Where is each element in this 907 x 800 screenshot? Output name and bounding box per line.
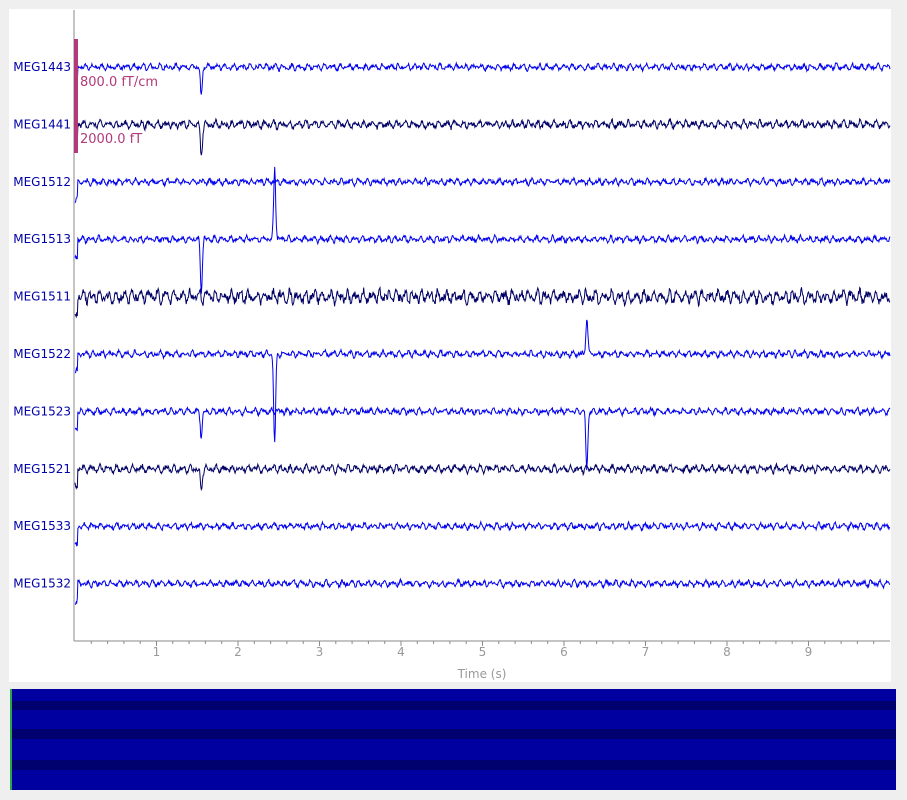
- channel-label-meg1511[interactable]: MEG1511: [13, 290, 71, 304]
- x-tick-label: 7: [642, 645, 650, 659]
- overview-band: [10, 729, 896, 739]
- x-axis-title: Time (s): [457, 667, 507, 681]
- channel-label-meg1532[interactable]: MEG1532: [13, 577, 71, 591]
- plot-area: [9, 9, 891, 682]
- overview-band: [10, 760, 896, 770]
- channel-label-meg1521[interactable]: MEG1521: [13, 462, 71, 476]
- scale-bar[interactable]: [74, 39, 78, 153]
- overview-view-marker[interactable]: [10, 689, 12, 790]
- x-tick-label: 3: [316, 645, 324, 659]
- x-tick-label: 8: [723, 645, 731, 659]
- channel-label-meg1523[interactable]: MEG1523: [13, 404, 71, 418]
- channel-label-meg1522[interactable]: MEG1522: [13, 347, 71, 361]
- x-tick-label: 1: [153, 645, 161, 659]
- x-tick-label: 4: [397, 645, 405, 659]
- channel-label-meg1441[interactable]: MEG1441: [13, 117, 71, 131]
- scale-label-grad: 800.0 fT/cm: [80, 75, 158, 90]
- raw-data-browser: MEG1443 MEG1441 MEG1512 MEG1513 MEG1511 MEG15…: [9, 9, 896, 790]
- x-tick-label: 9: [805, 645, 813, 659]
- x-tick-label: 5: [479, 645, 487, 659]
- channel-label-meg1512[interactable]: MEG1512: [13, 175, 71, 189]
- overview-band: [10, 701, 896, 710]
- channel-label-meg1513[interactable]: MEG1513: [13, 232, 71, 246]
- overview-bar[interactable]: [10, 689, 896, 790]
- scale-label-mag: 2000.0 fT: [80, 132, 142, 147]
- channel-label-meg1533[interactable]: MEG1533: [13, 519, 71, 533]
- channel-label-meg1443[interactable]: MEG1443: [13, 60, 71, 74]
- x-tick-label: 2: [234, 645, 242, 659]
- x-tick-label: 6: [560, 645, 568, 659]
